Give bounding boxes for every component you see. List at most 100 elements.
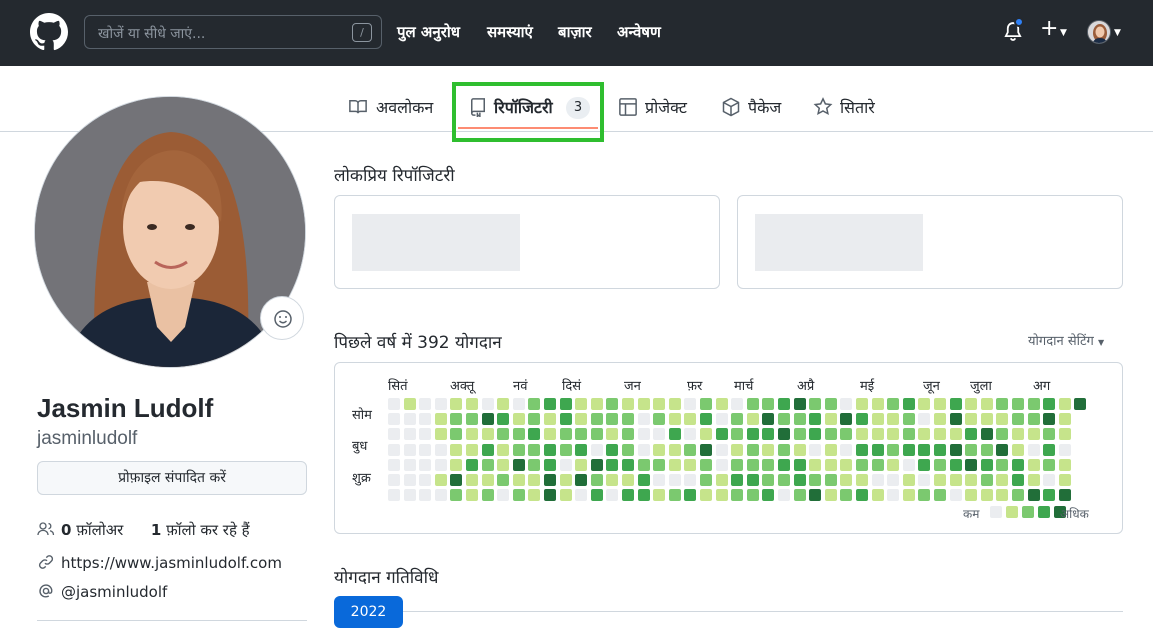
contribution-cell[interactable] bbox=[996, 474, 1009, 486]
contribution-cell[interactable] bbox=[1043, 428, 1056, 441]
contribution-cell[interactable] bbox=[793, 443, 806, 456]
contribution-cell[interactable] bbox=[762, 474, 775, 486]
tab-stars[interactable]: सितारे bbox=[840, 96, 875, 118]
contribution-cell[interactable] bbox=[715, 398, 728, 410]
contribution-cell[interactable] bbox=[1027, 398, 1040, 410]
contribution-cell[interactable] bbox=[466, 474, 478, 486]
contribution-cell[interactable] bbox=[980, 443, 993, 456]
contribution-cell[interactable] bbox=[793, 474, 806, 486]
contribution-cell[interactable] bbox=[512, 489, 525, 502]
edit-profile-button[interactable]: प्रोफ़ाइल संपादित करें bbox=[37, 461, 307, 495]
contribution-cell[interactable] bbox=[934, 474, 946, 486]
contribution-cell[interactable] bbox=[403, 443, 416, 456]
contribution-cell[interactable] bbox=[528, 398, 541, 410]
contribution-cell[interactable] bbox=[746, 458, 759, 471]
contribution-cell[interactable] bbox=[949, 413, 962, 426]
nav-pull-requests[interactable]: पुल अनुरोध bbox=[397, 22, 460, 42]
contribution-cell[interactable] bbox=[700, 413, 712, 426]
contribution-cell[interactable] bbox=[434, 489, 447, 502]
contribution-cell[interactable] bbox=[965, 489, 978, 502]
contribution-cell[interactable] bbox=[824, 413, 837, 426]
contribution-cell[interactable] bbox=[700, 474, 712, 486]
contribution-cell[interactable] bbox=[824, 398, 837, 410]
contribution-cell[interactable] bbox=[965, 413, 978, 426]
contribution-cell[interactable] bbox=[1043, 474, 1056, 486]
contribution-cell[interactable] bbox=[934, 458, 946, 471]
contribution-cell[interactable] bbox=[419, 458, 432, 471]
tab-projects[interactable]: प्रोजेक्ट bbox=[645, 96, 687, 118]
contribution-cell[interactable] bbox=[653, 413, 666, 426]
contribution-cell[interactable] bbox=[715, 474, 728, 486]
contribution-cell[interactable] bbox=[778, 428, 790, 441]
contribution-cell[interactable] bbox=[700, 398, 712, 410]
following-label[interactable]: फ़ॉलो कर रहे हैं bbox=[166, 521, 250, 539]
contribution-cell[interactable] bbox=[528, 474, 541, 486]
contribution-cell[interactable] bbox=[762, 398, 775, 410]
contribution-cell[interactable] bbox=[1027, 458, 1040, 471]
contribution-cell[interactable] bbox=[980, 413, 993, 426]
contribution-cell[interactable] bbox=[388, 413, 400, 426]
contribution-cell[interactable] bbox=[606, 413, 619, 426]
tab-overview[interactable]: अवलोकन bbox=[376, 96, 433, 118]
contribution-cell[interactable] bbox=[746, 474, 759, 486]
contribution-cell[interactable] bbox=[1058, 474, 1071, 486]
contribution-cell[interactable] bbox=[715, 428, 728, 441]
contribution-cell[interactable] bbox=[778, 458, 790, 471]
contribution-cell[interactable] bbox=[871, 398, 884, 410]
contribution-cell[interactable] bbox=[715, 458, 728, 471]
contribution-cell[interactable] bbox=[778, 398, 790, 410]
contribution-cell[interactable] bbox=[793, 458, 806, 471]
contribution-cell[interactable] bbox=[1043, 413, 1056, 426]
contribution-cell[interactable] bbox=[1027, 428, 1040, 441]
contribution-cell[interactable] bbox=[840, 443, 853, 456]
contribution-cell[interactable] bbox=[731, 428, 744, 441]
contribution-cell[interactable] bbox=[668, 474, 681, 486]
contribution-cell[interactable] bbox=[637, 443, 650, 456]
contribution-cell[interactable] bbox=[856, 428, 868, 441]
contribution-cell[interactable] bbox=[512, 474, 525, 486]
contribution-cell[interactable] bbox=[684, 428, 697, 441]
contribution-cell[interactable] bbox=[824, 458, 837, 471]
contribution-cell[interactable] bbox=[653, 398, 666, 410]
contribution-cell[interactable] bbox=[887, 458, 900, 471]
contribution-cell[interactable] bbox=[684, 398, 697, 410]
contribution-cell[interactable] bbox=[871, 489, 884, 502]
contribution-cell[interactable] bbox=[840, 458, 853, 471]
contribution-cell[interactable] bbox=[918, 474, 931, 486]
contribution-cell[interactable] bbox=[762, 458, 775, 471]
contribution-cell[interactable] bbox=[1012, 443, 1024, 456]
contribution-cell[interactable] bbox=[575, 474, 588, 486]
contribution-cell[interactable] bbox=[419, 413, 432, 426]
contribution-cell[interactable] bbox=[434, 443, 447, 456]
contribution-cell[interactable] bbox=[902, 398, 915, 410]
contribution-cell[interactable] bbox=[528, 489, 541, 502]
contribution-cell[interactable] bbox=[1027, 413, 1040, 426]
contribution-cell[interactable] bbox=[1027, 489, 1040, 502]
contribution-cell[interactable] bbox=[840, 413, 853, 426]
contribution-settings-dropdown[interactable]: योगदान सेटिंग ▼ bbox=[1028, 331, 1104, 349]
contribution-cell[interactable] bbox=[497, 474, 510, 486]
contribution-cell[interactable] bbox=[871, 443, 884, 456]
contribution-cell[interactable] bbox=[980, 428, 993, 441]
contribution-cell[interactable] bbox=[606, 474, 619, 486]
contribution-cell[interactable] bbox=[965, 474, 978, 486]
contribution-cell[interactable] bbox=[590, 474, 603, 486]
contribution-cell[interactable] bbox=[840, 398, 853, 410]
contribution-cell[interactable] bbox=[528, 443, 541, 456]
contribution-cell[interactable] bbox=[809, 398, 822, 410]
contribution-cell[interactable] bbox=[965, 398, 978, 410]
contribution-cell[interactable] bbox=[419, 428, 432, 441]
contribution-cell[interactable] bbox=[544, 428, 556, 441]
contribution-cell[interactable] bbox=[1027, 443, 1040, 456]
contribution-cell[interactable] bbox=[512, 443, 525, 456]
contribution-cell[interactable] bbox=[934, 489, 946, 502]
contribution-cell[interactable] bbox=[949, 398, 962, 410]
contribution-cell[interactable] bbox=[887, 398, 900, 410]
contribution-cell[interactable] bbox=[824, 443, 837, 456]
website-link[interactable]: https://www.jasminludolf.com bbox=[61, 554, 282, 572]
contribution-cell[interactable] bbox=[590, 428, 603, 441]
contribution-cell[interactable] bbox=[606, 443, 619, 456]
contribution-cell[interactable] bbox=[590, 398, 603, 410]
contribution-cell[interactable] bbox=[1012, 489, 1024, 502]
contribution-cell[interactable] bbox=[575, 428, 588, 441]
